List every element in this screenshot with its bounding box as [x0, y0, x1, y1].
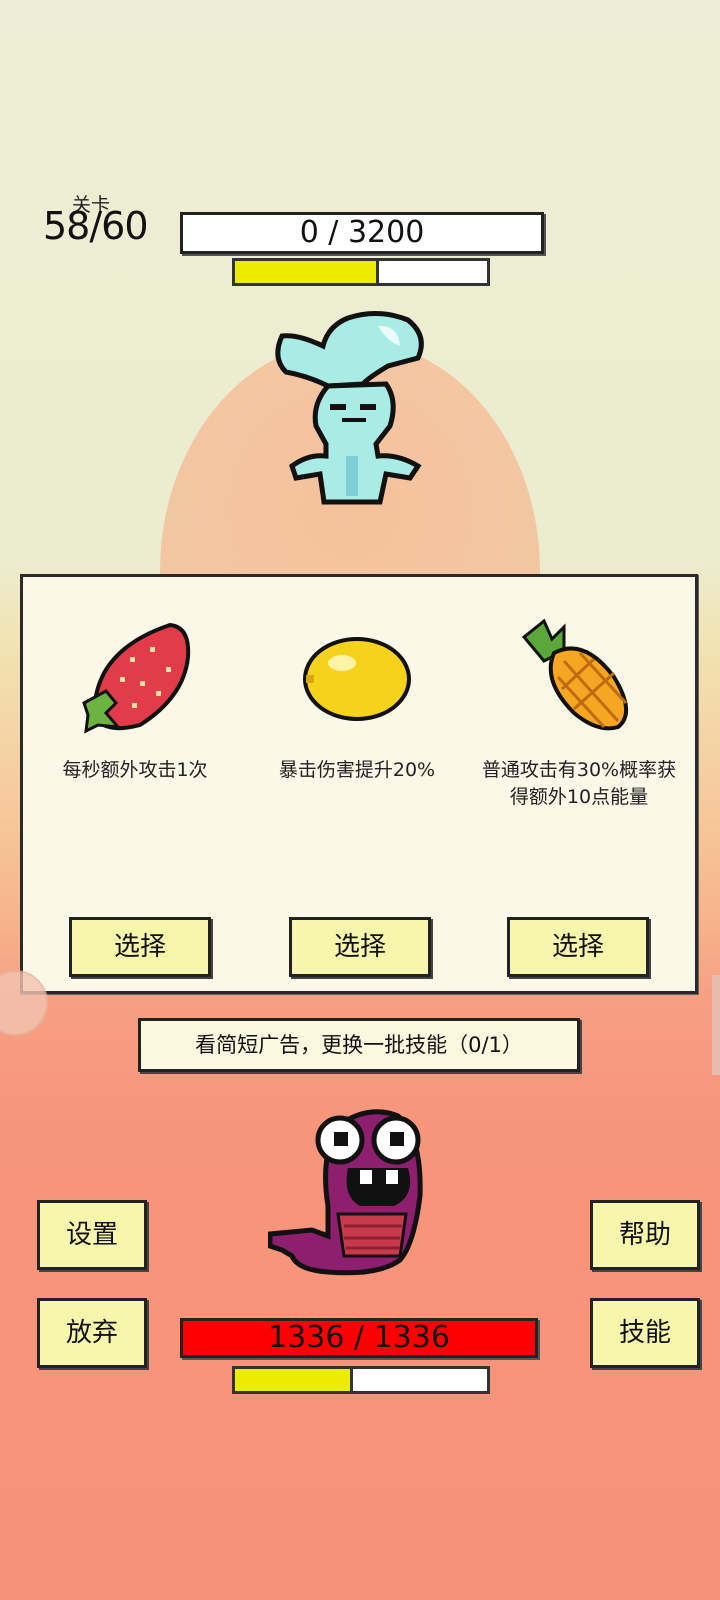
skill-description-1: 每秒额外攻击1次 [62, 759, 208, 781]
select-skill-1-button[interactable]: 选择 [69, 917, 211, 977]
select-skill-3-button[interactable]: 选择 [507, 917, 649, 977]
refresh-skills-ad-button[interactable]: 看简短广告，更换一批技能（0/1） [138, 1018, 580, 1072]
lemon-icon [303, 637, 411, 721]
player-energy-bar [232, 1366, 490, 1394]
pineapple-icon [521, 618, 628, 731]
enemy-hp-bar: 0 / 3200 [180, 212, 544, 254]
side-tab[interactable] [712, 975, 720, 1075]
skill-description-3: 普通攻击有30%概率获得额外10点能量 [481, 759, 677, 808]
player-worm-sprite [268, 1109, 423, 1276]
enemy-energy-bar [232, 258, 490, 286]
strawberry-icon [82, 622, 191, 734]
settings-button[interactable]: 设置 [37, 1200, 147, 1270]
stage-counter: 58/60 [43, 204, 149, 248]
help-button[interactable]: 帮助 [590, 1200, 700, 1270]
enemy-energy-fill [235, 261, 379, 283]
player-hp-bar: 1336 / 1336 [180, 1318, 538, 1358]
skill-card-3[interactable]: 普通攻击有30%概率获得额外10点能量 选择 [469, 577, 689, 991]
skill-choice-panel: 每秒额外攻击1次 选择 暴击伤害提升20% 选择 普通攻击有30%概率获得额外1… [20, 574, 698, 994]
enemy-squid-sprite [275, 311, 424, 505]
select-skill-2-button[interactable]: 选择 [289, 917, 431, 977]
skill-card-1[interactable]: 每秒额外攻击1次 选择 [25, 577, 245, 991]
skills-button[interactable]: 技能 [590, 1298, 700, 1368]
skill-card-2[interactable]: 暴击伤害提升20% 选择 [247, 577, 467, 991]
player-energy-fill [235, 1369, 354, 1391]
give-up-button[interactable]: 放弃 [37, 1298, 147, 1368]
skill-description-2: 暴击伤害提升20% [278, 759, 436, 781]
